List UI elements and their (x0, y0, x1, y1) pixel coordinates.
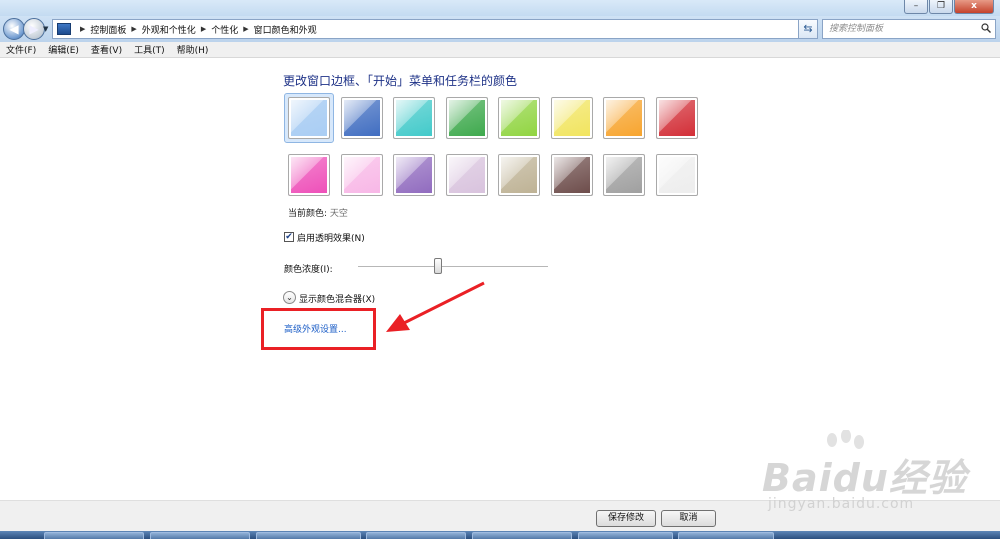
color-swatch[interactable] (288, 97, 330, 139)
breadcrumb-personalization[interactable]: 个性化 (211, 23, 238, 36)
color-swatch[interactable] (288, 154, 330, 196)
search-placeholder: 搜索控制面板 (829, 24, 884, 34)
swatch-gloss (604, 98, 644, 138)
watermark-brand: Baidu经验 (762, 456, 967, 500)
swatch-gloss (289, 155, 329, 195)
taskbar-item[interactable] (678, 532, 774, 539)
color-swatch[interactable] (498, 154, 540, 196)
color-swatch[interactable] (393, 97, 435, 139)
color-swatch[interactable] (393, 154, 435, 196)
color-swatch[interactable] (340, 154, 383, 196)
color-swatch[interactable] (340, 97, 383, 139)
title-bar: – ❐ x (0, 0, 1000, 16)
swatch-gloss (551, 155, 592, 195)
window-controls: – ❐ x (904, 0, 994, 14)
minimize-button[interactable]: – (904, 0, 928, 14)
show-color-mixer-label[interactable]: 显示颜色混合器(X) (299, 292, 375, 305)
color-intensity-slider[interactable] (358, 266, 548, 268)
address-bar[interactable]: ▶ 控制面板 ▶ 外观和个性化 ▶ 个性化 ▶ 窗口颜色和外观 ▼ (52, 19, 817, 39)
swatch-gloss (551, 98, 592, 138)
swatch-gloss (446, 98, 487, 138)
menu-edit[interactable]: 编辑(E) (48, 43, 79, 56)
breadcrumb-separator-icon[interactable]: ▶ (131, 25, 136, 33)
search-icon[interactable] (981, 23, 991, 33)
annotation-highlight-box (261, 308, 376, 350)
color-swatch-grid (284, 93, 713, 203)
save-button[interactable]: 保存修改 (596, 510, 656, 527)
swatch-gloss (289, 98, 329, 138)
back-button[interactable]: ◀ (3, 18, 25, 40)
color-swatch[interactable] (655, 154, 698, 196)
annotation-arrow-icon (386, 281, 485, 332)
forward-button[interactable]: ▶ (23, 18, 45, 40)
swatch-gloss (499, 155, 539, 195)
breadcrumb-window-color[interactable]: 窗口颜色和外观 (254, 23, 317, 36)
taskbar-item[interactable] (366, 532, 466, 539)
page-title: 更改窗口边框、「开始」菜单和任务栏的颜色 (283, 74, 518, 88)
breadcrumb-separator-icon[interactable]: ▶ (201, 25, 206, 33)
swatch-gloss (656, 155, 697, 195)
taskbar (0, 531, 1000, 539)
restore-button[interactable]: ❐ (929, 0, 953, 14)
current-color: 当前颜色: 天空 (288, 206, 348, 219)
taskbar-item[interactable] (44, 532, 144, 539)
swatch-gloss (341, 155, 382, 195)
control-panel-icon (57, 23, 71, 35)
navigation-bar: ◀ ▶ ▼ ▶ 控制面板 ▶ 外观和个性化 ▶ 个性化 ▶ 窗口颜色和外观 ▼ … (0, 16, 1000, 42)
refresh-button[interactable]: ⇆ (798, 19, 818, 39)
breadcrumb-separator-icon[interactable]: ▶ (80, 25, 85, 33)
breadcrumb-control-panel[interactable]: 控制面板 (90, 23, 126, 36)
color-swatch[interactable] (550, 154, 593, 196)
transparency-label[interactable]: 启用透明效果(N) (297, 231, 365, 244)
breadcrumb-separator-icon[interactable]: ▶ (243, 25, 248, 33)
swatch-gloss (394, 155, 434, 195)
menu-file[interactable]: 文件(F) (6, 43, 36, 56)
menu-bar: 文件(F) 编辑(E) 查看(V) 工具(T) 帮助(H) (0, 42, 1000, 58)
color-intensity-label: 颜色浓度(I): (284, 265, 333, 275)
current-color-label: 当前颜色: (288, 209, 328, 219)
taskbar-item[interactable] (256, 532, 361, 539)
menu-help[interactable]: 帮助(H) (177, 43, 209, 56)
color-swatch[interactable] (498, 97, 540, 139)
color-swatch[interactable] (603, 154, 645, 196)
color-swatch[interactable] (445, 97, 488, 139)
taskbar-item[interactable] (472, 532, 572, 539)
color-swatch[interactable] (603, 97, 645, 139)
breadcrumb-appearance[interactable]: 外观和个性化 (142, 23, 196, 36)
recent-pages-dropdown-icon[interactable]: ▼ (43, 25, 48, 33)
color-swatch[interactable] (445, 154, 488, 196)
taskbar-item[interactable] (578, 532, 673, 539)
menu-tools[interactable]: 工具(T) (134, 43, 165, 56)
color-swatch[interactable] (655, 97, 698, 139)
chevron-down-icon[interactable]: ⌄ (283, 291, 296, 304)
current-color-value: 天空 (329, 209, 348, 219)
color-swatch[interactable] (550, 97, 593, 139)
swatch-gloss (394, 98, 434, 138)
taskbar-item[interactable] (150, 532, 250, 539)
watermark-url: jingyan.baidu.com (768, 496, 915, 512)
swatch-gloss (604, 155, 644, 195)
search-input[interactable]: 搜索控制面板 (822, 19, 996, 39)
swatch-gloss (499, 98, 539, 138)
close-button[interactable]: x (954, 0, 994, 14)
color-intensity-slider-thumb[interactable] (433, 258, 442, 274)
transparency-checkbox[interactable]: ✔ (284, 232, 294, 242)
swatch-gloss (341, 98, 382, 138)
swatch-gloss (656, 98, 697, 138)
menu-view[interactable]: 查看(V) (91, 43, 122, 56)
swatch-gloss (446, 155, 487, 195)
cancel-button[interactable]: 取消 (661, 510, 716, 527)
